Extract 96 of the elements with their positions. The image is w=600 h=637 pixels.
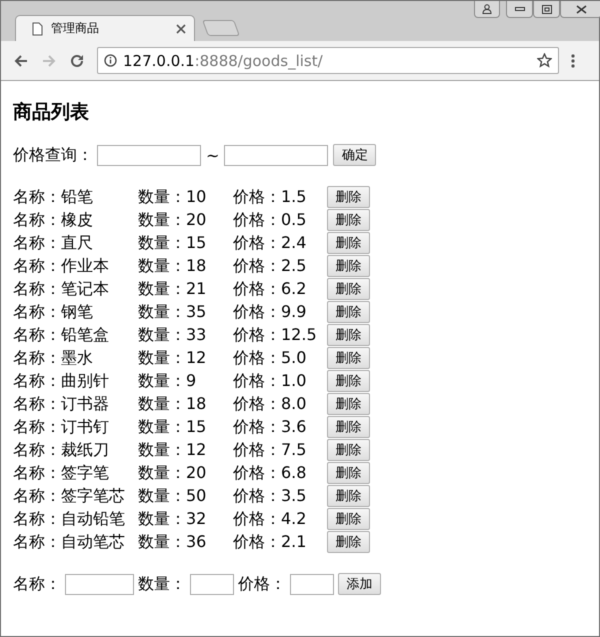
delete-button[interactable]: 删除 xyxy=(327,508,370,530)
item-name: 名称：订书器 xyxy=(13,394,110,414)
item-quantity: 数量：35 xyxy=(138,302,208,322)
item-quantity: 数量：10 xyxy=(138,186,208,208)
delete-button[interactable]: 删除 xyxy=(327,278,370,300)
item-name: 名称：裁纸刀 xyxy=(13,440,110,460)
field-label: 价格查询： xyxy=(13,144,93,166)
item-quantity: 数量：32 xyxy=(138,508,208,530)
item-price: 价格：5.0 xyxy=(233,348,308,368)
item-quantity: 数量：9 xyxy=(138,370,198,392)
tab-title: 管理商品 xyxy=(51,20,100,37)
delete-button[interactable]: 删除 xyxy=(327,301,370,323)
item-price: 价格：7.5 xyxy=(233,440,308,460)
item-price: 价格：6.8 xyxy=(233,462,308,484)
delete-button[interactable]: 删除 xyxy=(327,416,370,438)
item-quantity: 数量：18 xyxy=(138,256,208,276)
delete-button[interactable]: 删除 xyxy=(327,531,370,553)
item-name: 名称：笔记本 xyxy=(13,278,110,300)
item-name: 名称：橡皮 xyxy=(13,210,94,230)
confirm-button[interactable]: 确定 xyxy=(333,144,376,166)
close-icon xyxy=(576,4,586,14)
item-price: 价格：9.9 xyxy=(233,302,308,322)
item-price: 价格：2.4 xyxy=(233,232,308,254)
browser-tab[interactable]: 管理商品 xyxy=(15,15,195,41)
field-label: 名称： xyxy=(13,574,61,594)
item-name: 名称：订书钉 xyxy=(13,416,110,438)
person-icon xyxy=(482,4,492,14)
item-name: 名称：签字笔 xyxy=(13,462,110,484)
add-button[interactable]: 添加 xyxy=(338,573,381,595)
item-quantity: 数量：20 xyxy=(138,210,208,230)
item-price: 价格：3.6 xyxy=(233,416,308,438)
delete-button[interactable]: 删除 xyxy=(327,485,370,507)
item-price: 价格：2.5 xyxy=(233,256,308,276)
item-price: 价格：8.0 xyxy=(233,394,308,414)
price-field[interactable] xyxy=(290,574,334,594)
item-name: 名称：钢笔 xyxy=(13,302,94,322)
range-separator: ~ xyxy=(205,146,220,164)
maximize-icon xyxy=(542,4,552,14)
item-price: 价格：2.1 xyxy=(233,532,308,552)
item-quantity: 数量：21 xyxy=(138,278,208,300)
item-price: 价格：6.2 xyxy=(233,278,308,300)
item-name: 名称：铅笔 xyxy=(13,186,94,208)
item-name: 名称：签字笔芯 xyxy=(13,486,126,506)
item-quantity: 数量：20 xyxy=(138,462,208,484)
url-text: 127.0.0.1:8888/goods_list/ xyxy=(123,52,324,70)
address-bar[interactable]: 127.0.0.1:8888/goods_list/ xyxy=(97,47,559,74)
item-quantity: 数量：18 xyxy=(138,394,208,414)
minimize-icon xyxy=(514,6,524,12)
item-name: 名称：曲别针 xyxy=(13,370,110,392)
item-quantity: 数量：33 xyxy=(138,324,208,346)
close-icon[interactable] xyxy=(176,24,186,34)
page-heading: 商品列表 xyxy=(13,100,90,125)
minimize-button[interactable] xyxy=(506,1,533,18)
menu-icon[interactable] xyxy=(571,54,575,68)
star-icon[interactable] xyxy=(537,53,552,68)
page-icon xyxy=(32,22,43,36)
info-icon[interactable] xyxy=(104,54,117,67)
delete-button[interactable]: 删除 xyxy=(327,324,370,346)
delete-button[interactable]: 删除 xyxy=(327,370,370,392)
field-label: 价格： xyxy=(238,574,286,594)
item-quantity: 数量：15 xyxy=(138,232,208,254)
item-name: 名称：直尺 xyxy=(13,232,94,254)
item-price: 价格：0.5 xyxy=(233,210,308,230)
item-quantity: 数量：12 xyxy=(138,440,208,460)
item-quantity: 数量：12 xyxy=(138,348,208,368)
reload-icon[interactable] xyxy=(70,54,84,68)
delete-button[interactable]: 删除 xyxy=(327,439,370,461)
max-price-field[interactable] xyxy=(224,144,328,166)
item-name: 名称：墨水 xyxy=(13,348,94,368)
min-price-field[interactable] xyxy=(97,144,201,166)
item-price: 价格：12.5 xyxy=(233,324,318,346)
item-price: 价格：4.2 xyxy=(233,508,308,530)
item-price: 价格：3.5 xyxy=(233,486,308,506)
item-name: 名称：自动铅笔 xyxy=(13,508,126,530)
delete-button[interactable]: 删除 xyxy=(327,393,370,415)
item-quantity: 数量：50 xyxy=(138,486,208,506)
item-name: 名称：作业本 xyxy=(13,256,110,276)
delete-button[interactable]: 删除 xyxy=(327,209,370,231)
delete-button[interactable]: 删除 xyxy=(327,347,370,369)
close-window-button[interactable] xyxy=(560,1,600,18)
name-field[interactable] xyxy=(65,574,134,594)
item-quantity: 数量：15 xyxy=(138,416,208,438)
quantity-field[interactable] xyxy=(190,574,234,594)
maximize-button[interactable] xyxy=(533,1,560,18)
item-price: 价格：1.5 xyxy=(233,186,308,208)
delete-button[interactable]: 删除 xyxy=(327,186,370,208)
back-icon[interactable] xyxy=(14,54,28,68)
item-name: 名称：自动笔芯 xyxy=(13,532,126,552)
item-name: 名称：铅笔盒 xyxy=(13,324,110,346)
field-label: 数量： xyxy=(138,574,186,594)
delete-button[interactable]: 删除 xyxy=(327,255,370,277)
item-price: 价格：1.0 xyxy=(233,370,308,392)
profile-button[interactable] xyxy=(474,1,500,18)
delete-button[interactable]: 删除 xyxy=(327,462,370,484)
item-quantity: 数量：36 xyxy=(138,532,208,552)
delete-button[interactable]: 删除 xyxy=(327,232,370,254)
